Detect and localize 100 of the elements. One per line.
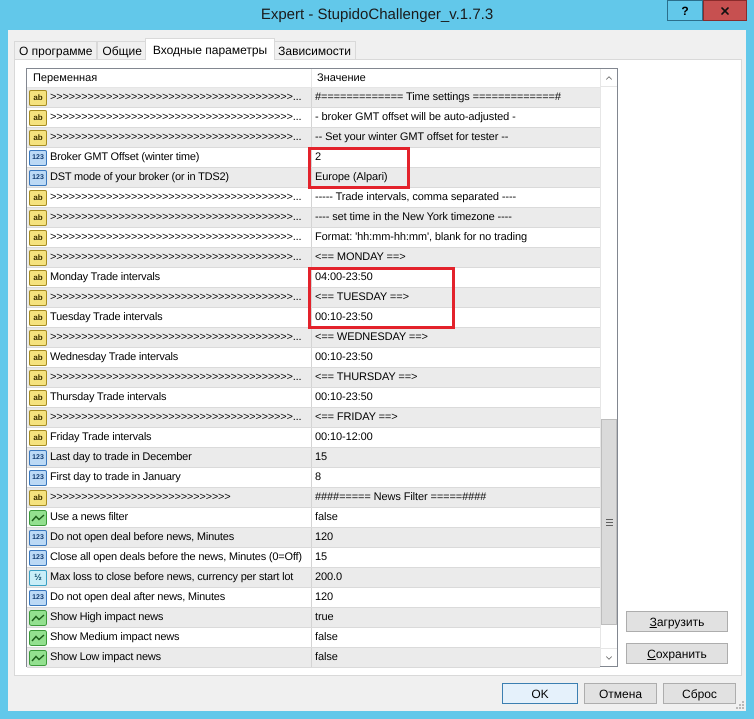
parameter-row[interactable]: ab >>>>>>>>>>>>>>>>>>>>>>>>>>>>>>>>>>>>>>>... <== THURSDAY ==> xyxy=(27,368,600,388)
parameter-row[interactable]: Use a news filter false xyxy=(27,508,600,528)
close-button[interactable] xyxy=(703,0,747,21)
column-header[interactable]: Значение xyxy=(312,69,600,87)
parameter-name: DST mode of your broker (or in TDS2) xyxy=(50,170,229,186)
value-cell[interactable]: <== FRIDAY ==> xyxy=(312,408,600,427)
resize-grip-icon[interactable] xyxy=(736,701,744,709)
parameter-name: >>>>>>>>>>>>>>>>>>>>>>>>>>>>>>>>>>>>>>>... xyxy=(50,110,302,126)
parameter-row[interactable]: ab >>>>>>>>>>>>>>>>>>>>>>>>>>>>>>>>>>>>>>>... ----- Trade intervals, comma separated ---- xyxy=(27,188,600,208)
tab[interactable]: Общие xyxy=(97,41,147,59)
parameter-row[interactable]: ab Tuesday Trade intervals 00:10-23:50 xyxy=(27,308,600,328)
type-tag: ab xyxy=(29,390,47,406)
parameter-row[interactable]: Show High impact news true xyxy=(27,608,600,628)
parameter-name: Friday Trade intervals xyxy=(50,430,152,446)
value-cell[interactable]: <== THURSDAY ==> xyxy=(312,368,600,387)
parameter-row[interactable]: ab >>>>>>>>>>>>>>>>>>>>>>>>>>>>>>>>>>>>>>>... <== MONDAY ==> xyxy=(27,248,600,268)
parameter-row[interactable]: ab >>>>>>>>>>>>>>>>>>>>>>>>>>>>>>>>>>>>>>>... - broker GMT offset will be auto-adjusted - xyxy=(27,108,600,128)
parameter-name: >>>>>>>>>>>>>>>>>>>>>>>>>>>>>>>>>>>>>>>... xyxy=(50,130,302,146)
parameter-row[interactable]: ab >>>>>>>>>>>>>>>>>>>>>>>>>>>>>>>>>>>>>>>... ---- set time in the New York timezone ---- xyxy=(27,208,600,228)
window-title: Expert - StupidoChallenger_v.1.7.3 xyxy=(260,4,494,25)
help-button[interactable]: ? xyxy=(667,0,703,21)
parameter-name: >>>>>>>>>>>>>>>>>>>>>>>>>>>>>>>>>>>>>>>... xyxy=(50,210,302,226)
column-header[interactable]: Переменная xyxy=(27,69,312,87)
value-cell[interactable]: false xyxy=(312,648,600,667)
side-button[interactable]: Сохранить xyxy=(626,643,728,664)
parameter-name: Do not open deal before news, Minutes xyxy=(50,530,234,546)
parameter-row[interactable]: Show Medium impact news false xyxy=(27,628,600,648)
value-cell[interactable]: true xyxy=(312,608,600,627)
value-cell[interactable]: false xyxy=(312,628,600,647)
parameter-name: >>>>>>>>>>>>>>>>>>>>>>>>>>>>>>>>>>>>>>>... xyxy=(50,230,302,246)
parameter-name: Monday Trade intervals xyxy=(50,270,160,286)
value-cell[interactable]: Format: 'hh:mm-hh:mm', blank for no trading xyxy=(312,228,600,247)
parameter-row[interactable]: ab >>>>>>>>>>>>>>>>>>>>>>>>>>>>>>>>>>>>>>>... <== TUESDAY ==> xyxy=(27,288,600,308)
value-cell[interactable]: ####===== News Filter =====#### xyxy=(312,488,600,507)
parameter-name: Show Low impact news xyxy=(50,650,161,666)
value-cell[interactable]: - broker GMT offset will be auto-adjusted - xyxy=(312,108,600,127)
side-button[interactable]: Загрузить xyxy=(626,611,728,632)
parameter-name: >>>>>>>>>>>>>>>>>>>>>>>>>>>>>>>>>>>>>>>... xyxy=(50,330,302,346)
parameter-row[interactable]: ab >>>>>>>>>>>>>>>>>>>>>>>>>>>>>>>>>>>>>>>... <== FRIDAY ==> xyxy=(27,408,600,428)
value-cell[interactable]: 00:10-23:50 xyxy=(312,308,600,327)
type-tag: ab xyxy=(29,490,47,506)
dialog-button[interactable]: OK xyxy=(502,683,578,704)
type-tag: ab xyxy=(29,190,47,206)
parameter-row[interactable]: ab >>>>>>>>>>>>>>>>>>>>>>>>>>>>>>>>>>>>>>>... Format: 'hh:mm-hh:mm', blank for no trading xyxy=(27,228,600,248)
value-cell[interactable]: false xyxy=(312,508,600,527)
value-cell[interactable]: <== MONDAY ==> xyxy=(312,248,600,267)
tab[interactable]: Зависимости xyxy=(273,41,356,59)
value-cell[interactable]: #============= Time settings =============# xyxy=(312,88,600,107)
dialog-button[interactable]: Отмена xyxy=(584,683,657,704)
value-cell[interactable]: 8 xyxy=(312,468,600,487)
parameter-name: Wednesday Trade intervals xyxy=(50,350,178,366)
parameter-name: Tuesday Trade intervals xyxy=(50,310,162,326)
value-cell[interactable]: ---- set time in the New York timezone ---- xyxy=(312,208,600,227)
type-tag: ab xyxy=(29,290,47,306)
parameter-row[interactable]: ½ Max loss to close before news, currency per start lot 200.0 xyxy=(27,568,600,588)
value-cell[interactable]: <== TUESDAY ==> xyxy=(312,288,600,307)
value-cell[interactable]: 00:10-23:50 xyxy=(312,388,600,407)
value-cell[interactable]: 00:10-23:50 xyxy=(312,348,600,367)
parameter-name: Use a news filter xyxy=(50,510,128,526)
parameter-name: Max loss to close before news, currency per start lot xyxy=(50,570,294,586)
value-cell[interactable]: Europe (Alpari) xyxy=(312,168,600,187)
type-tag: ab xyxy=(29,330,47,346)
parameter-row[interactable]: ab >>>>>>>>>>>>>>>>>>>>>>>>>>>>>>>>>>>>>>>... -- Set your winter GMT offset for tester -- xyxy=(27,128,600,148)
line-chart-icon xyxy=(29,630,47,646)
value-cell[interactable]: ----- Trade intervals, comma separated ---- xyxy=(312,188,600,207)
value-cell[interactable]: 200.0 xyxy=(312,568,600,587)
parameter-row[interactable]: ab Wednesday Trade intervals 00:10-23:50 xyxy=(27,348,600,368)
scrollbar-thumb[interactable] xyxy=(601,419,617,625)
type-tag: ab xyxy=(29,370,47,386)
parameter-row[interactable]: ab Thursday Trade intervals 00:10-23:50 xyxy=(27,388,600,408)
value-cell[interactable]: 120 xyxy=(312,588,600,607)
type-tag: ½ xyxy=(29,570,47,586)
parameter-row[interactable]: ab >>>>>>>>>>>>>>>>>>>>>>>>>>>>> ####===== News Filter =====#### xyxy=(27,488,600,508)
parameter-row[interactable]: ab Friday Trade intervals 00:10-12:00 xyxy=(27,428,600,448)
value-cell[interactable]: 15 xyxy=(312,548,600,567)
parameter-row[interactable]: ab >>>>>>>>>>>>>>>>>>>>>>>>>>>>>>>>>>>>>>>... #============= Time settings =============# xyxy=(27,88,600,108)
dialog-button[interactable]: Сброс xyxy=(663,683,736,704)
value-cell[interactable]: 120 xyxy=(312,528,600,547)
type-tag: ab xyxy=(29,90,47,106)
close-icon xyxy=(719,4,731,16)
value-cell[interactable]: 00:10-12:00 xyxy=(312,428,600,447)
type-tag: ab xyxy=(29,230,47,246)
parameter-row[interactable]: ab >>>>>>>>>>>>>>>>>>>>>>>>>>>>>>>>>>>>>>>... <== WEDNESDAY ==> xyxy=(27,328,600,348)
parameter-name: >>>>>>>>>>>>>>>>>>>>>>>>>>>>>>>>>>>>>>>... xyxy=(50,410,302,426)
value-cell[interactable]: 15 xyxy=(312,448,600,467)
value-cell[interactable]: <== WEDNESDAY ==> xyxy=(312,328,600,347)
type-tag: ab xyxy=(29,430,47,446)
parameter-name: Broker GMT Offset (winter time) xyxy=(50,150,200,166)
tab[interactable]: О программе xyxy=(14,41,98,59)
type-tag: ab xyxy=(29,210,47,226)
parameter-row[interactable]: ab Monday Trade intervals 04:00-23:50 xyxy=(27,268,600,288)
parameter-name: >>>>>>>>>>>>>>>>>>>>>>>>>>>>> xyxy=(50,490,230,506)
parameter-row[interactable]: Show Low impact news false xyxy=(27,648,600,668)
tab[interactable]: Входные параметры xyxy=(144,38,276,60)
parameter-name: Last day to trade in December xyxy=(50,450,192,466)
type-tag: ab xyxy=(29,250,47,266)
value-cell[interactable]: 04:00-23:50 xyxy=(312,268,600,287)
value-cell[interactable]: 2 xyxy=(312,148,600,167)
type-tag: ab xyxy=(29,270,47,286)
value-cell[interactable]: -- Set your winter GMT offset for tester -- xyxy=(312,128,600,147)
